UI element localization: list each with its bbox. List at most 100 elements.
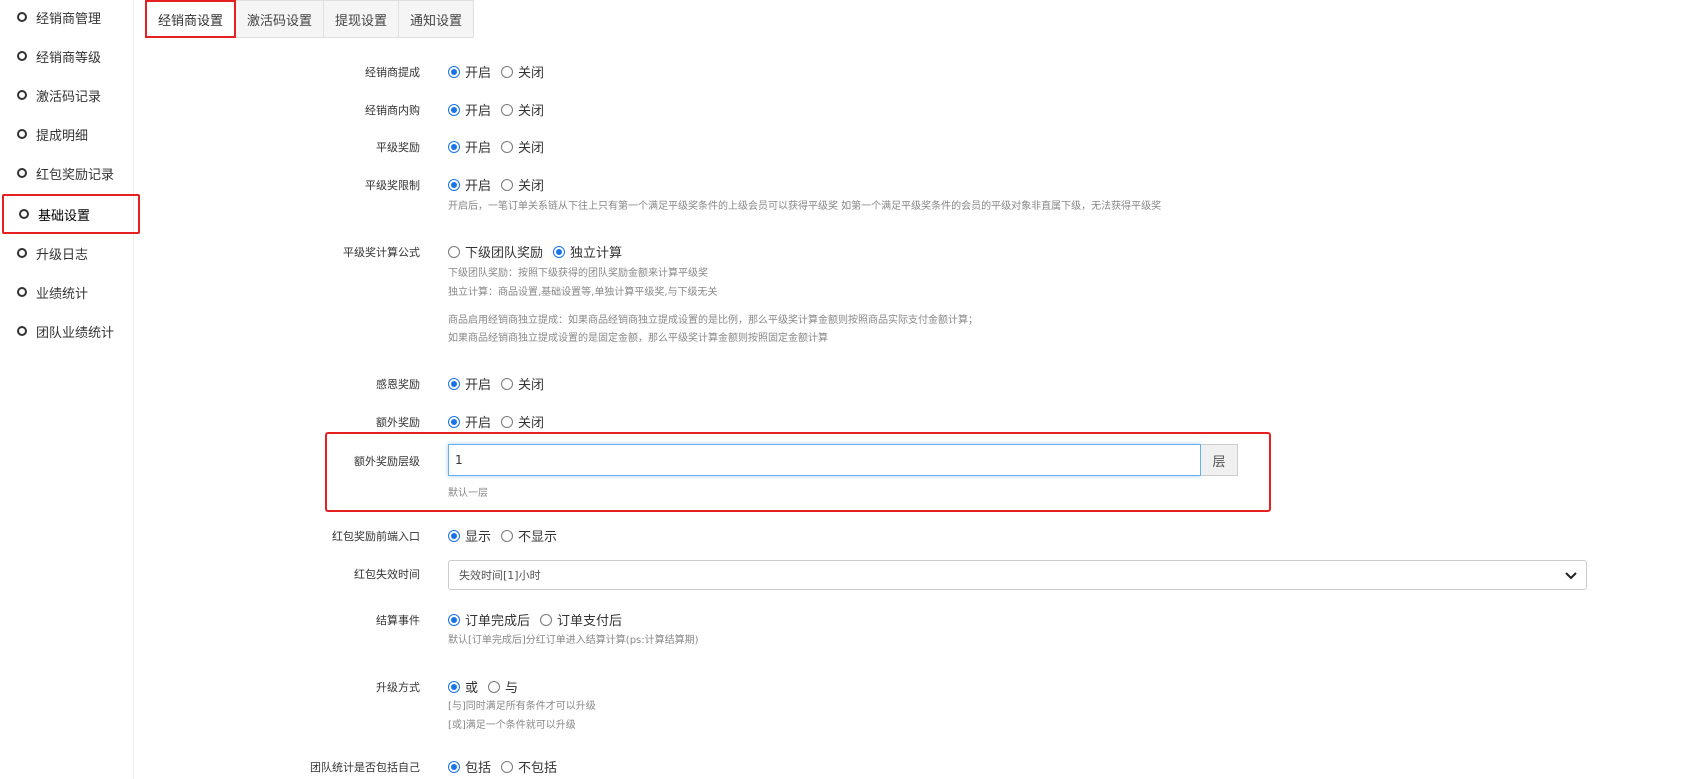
gratitude-on-radio[interactable]: 开启 (448, 374, 491, 393)
radio-unchecked-icon (501, 178, 514, 191)
sidebar-item-team-performance-stats[interactable]: 团队业绩统计 (0, 311, 134, 351)
radio-label: 下级团队奖励 (465, 246, 544, 261)
red-packet-expire-select[interactable]: 失效时间[1]小时 (448, 560, 1587, 590)
radio-label: 开启 (465, 104, 492, 119)
settle-event-radio-group: 订单完成后 订单支付后 (448, 610, 632, 629)
commission-on-radio[interactable]: 开启 (448, 62, 491, 81)
settle-event-paid-radio[interactable]: 订单支付后 (540, 610, 622, 629)
radio-label: 关闭 (518, 416, 545, 431)
radio-label: 开启 (465, 416, 492, 431)
peer-limit-on-radio[interactable]: 开启 (448, 175, 491, 194)
inner-buy-off-radio[interactable]: 关闭 (501, 100, 544, 119)
peer-reward-radio-group: 开启 关闭 (448, 137, 554, 156)
peer-limit-off-radio[interactable]: 关闭 (501, 175, 544, 194)
gratitude-radio-group: 开启 关闭 (448, 374, 554, 393)
radio-label: 不显示 (518, 530, 558, 545)
extra-levels-input-group: 层 (448, 444, 1238, 476)
gratitude-off-radio[interactable]: 关闭 (501, 374, 544, 393)
circle-icon (17, 12, 27, 22)
sidebar-item-label: 团队业绩统计 (36, 325, 115, 341)
inner-buy-on-radio[interactable]: 开启 (448, 100, 491, 119)
radio-unchecked-icon (501, 760, 514, 773)
sidebar-item-label: 业绩统计 (36, 286, 89, 302)
sidebar-item-performance-stats[interactable]: 业绩统计 (0, 272, 134, 312)
peer-formula-independent-radio[interactable]: 独立计算 (553, 242, 622, 261)
select-value: 失效时间[1]小时 (459, 569, 541, 582)
extra-reward-off-radio[interactable]: 关闭 (501, 412, 544, 431)
circle-icon (17, 287, 27, 297)
sidebar-item-label: 激活码记录 (36, 89, 102, 105)
tab-notification-settings[interactable]: 通知设置 (399, 0, 475, 38)
upgrade-mode-and-radio[interactable]: 与 (488, 677, 518, 696)
sidebar-item-upgrade-log[interactable]: 升级日志 (0, 233, 134, 273)
sidebar-item-red-packet-records[interactable]: 红包奖励记录 (0, 153, 134, 193)
radio-label: 包括 (465, 761, 492, 776)
radio-checked-icon (448, 613, 460, 626)
tab-withdraw-settings[interactable]: 提现设置 (324, 0, 400, 38)
circle-icon (17, 129, 27, 139)
radio-checked-icon (448, 65, 460, 78)
circle-icon (17, 326, 27, 336)
radio-checked-icon (448, 680, 460, 693)
sidebar-item-activation-records[interactable]: 激活码记录 (0, 75, 134, 115)
peer-formula-help-2: 独立计算：商品设置,基础设置等,单独计算平级奖,与下级无关 (448, 287, 718, 298)
sidebar-item-commission-details[interactable]: 提成明细 (0, 114, 134, 154)
team-self-label: 团队统计是否包括自己 (310, 761, 420, 774)
radio-checked-icon (448, 377, 460, 390)
circle-icon (17, 90, 27, 100)
red-packet-entry-show-radio[interactable]: 显示 (448, 526, 491, 545)
red-packet-entry-hide-radio[interactable]: 不显示 (501, 526, 557, 545)
peer-formula-label: 平级奖计算公式 (343, 246, 420, 259)
team-self-include-radio[interactable]: 包括 (448, 757, 491, 776)
radio-unchecked-icon (501, 529, 514, 542)
peer-formula-help-3: 商品启用经销商独立提成：如果商品经销商独立提成设置的是比例，那么平级奖计算金额则… (448, 315, 978, 326)
radio-label: 不包括 (518, 761, 558, 776)
sidebar-item-dealer-level[interactable]: 经销商等级 (0, 36, 134, 76)
radio-label: 关闭 (518, 179, 545, 194)
radio-label: 关闭 (518, 141, 545, 156)
radio-label: 开启 (465, 378, 492, 393)
peer-reward-on-radio[interactable]: 开启 (448, 137, 491, 156)
commission-label: 经销商提成 (365, 66, 420, 79)
extra-reward-radio-group: 开启 关闭 (448, 412, 554, 431)
team-self-radio-group: 包括 不包括 (448, 757, 567, 776)
radio-label: 显示 (465, 530, 492, 545)
radio-unchecked-icon (540, 613, 553, 626)
peer-reward-off-radio[interactable]: 关闭 (501, 137, 544, 156)
peer-formula-team-radio[interactable]: 下级团队奖励 (448, 242, 543, 261)
team-self-exclude-radio[interactable]: 不包括 (501, 757, 557, 776)
radio-checked-icon (448, 760, 460, 773)
circle-icon (17, 51, 27, 61)
radio-checked-icon (448, 140, 460, 153)
radio-unchecked-icon (501, 415, 514, 428)
upgrade-mode-help-1: [与]同时满足所有条件才可以升级 (448, 701, 596, 712)
extra-levels-help: 默认一层 (448, 488, 488, 499)
inner-buy-label: 经销商内购 (365, 104, 420, 117)
radio-label: 关闭 (518, 66, 545, 81)
radio-label: 或 (465, 681, 479, 696)
red-packet-entry-label: 红包奖励前端入口 (332, 530, 420, 543)
radio-unchecked-icon (488, 680, 501, 693)
extra-levels-label: 额外奖励层级 (354, 455, 420, 468)
gratitude-label: 感恩奖励 (376, 378, 420, 391)
radio-label: 与 (505, 681, 519, 696)
radio-label: 独立计算 (570, 246, 623, 261)
sidebar-item-label: 升级日志 (36, 247, 89, 263)
peer-formula-help-4: 如果商品经销商独立提成设置的是固定金额，那么平级奖计算金额则按照固定金额计算 (448, 333, 828, 344)
radio-checked-icon (448, 103, 460, 116)
radio-checked-icon (448, 415, 460, 428)
extra-levels-input[interactable] (448, 444, 1201, 476)
tab-dealer-settings[interactable]: 经销商设置 (145, 0, 237, 38)
upgrade-mode-or-radio[interactable]: 或 (448, 677, 478, 696)
extra-reward-on-radio[interactable]: 开启 (448, 412, 491, 431)
commission-off-radio[interactable]: 关闭 (501, 62, 544, 81)
peer-formula-help-1: 下级团队奖励：按照下级获得的团队奖励金额来计算平级奖 (448, 268, 708, 279)
settle-event-complete-radio[interactable]: 订单完成后 (448, 610, 530, 629)
tab-activation-settings[interactable]: 激活码设置 (236, 0, 325, 38)
inner-buy-radio-group: 开启 关闭 (448, 100, 554, 119)
extra-reward-label: 额外奖励 (376, 416, 420, 429)
radio-label: 开启 (465, 66, 492, 81)
sidebar-item-dealer-management[interactable]: 经销商管理 (0, 0, 134, 37)
chevron-down-icon (1565, 572, 1577, 580)
sidebar-item-basic-settings[interactable]: 基础设置 (2, 194, 140, 234)
